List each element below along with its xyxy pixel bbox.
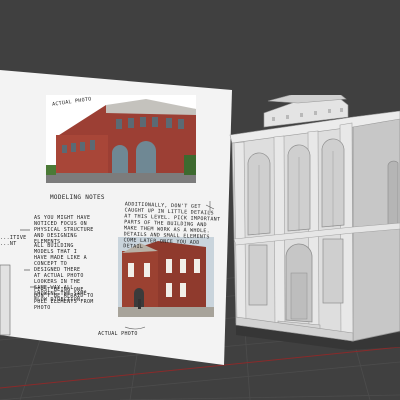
note-right: Additionally, don't get caught up in lit…: [123, 201, 221, 251]
modeling-notes-title: Modeling Notes: [50, 194, 105, 201]
note-left-1: As you might have noticed focus on physi…: [34, 215, 94, 245]
building-3d-model[interactable]: [228, 90, 400, 354]
note-left-edge: ...itive ...nt: [0, 235, 27, 247]
3d-viewport[interactable]: Actual Photo Modeling Notes As you might…: [0, 0, 400, 400]
reference-image-plane[interactable]: Actual Photo Modeling Notes As you might…: [0, 65, 232, 365]
reference-photo-top: [46, 95, 196, 183]
note-left-3: First being one, don't be afraid to pull…: [34, 287, 94, 311]
photo-label-bottom: Actual Photo: [98, 331, 138, 337]
